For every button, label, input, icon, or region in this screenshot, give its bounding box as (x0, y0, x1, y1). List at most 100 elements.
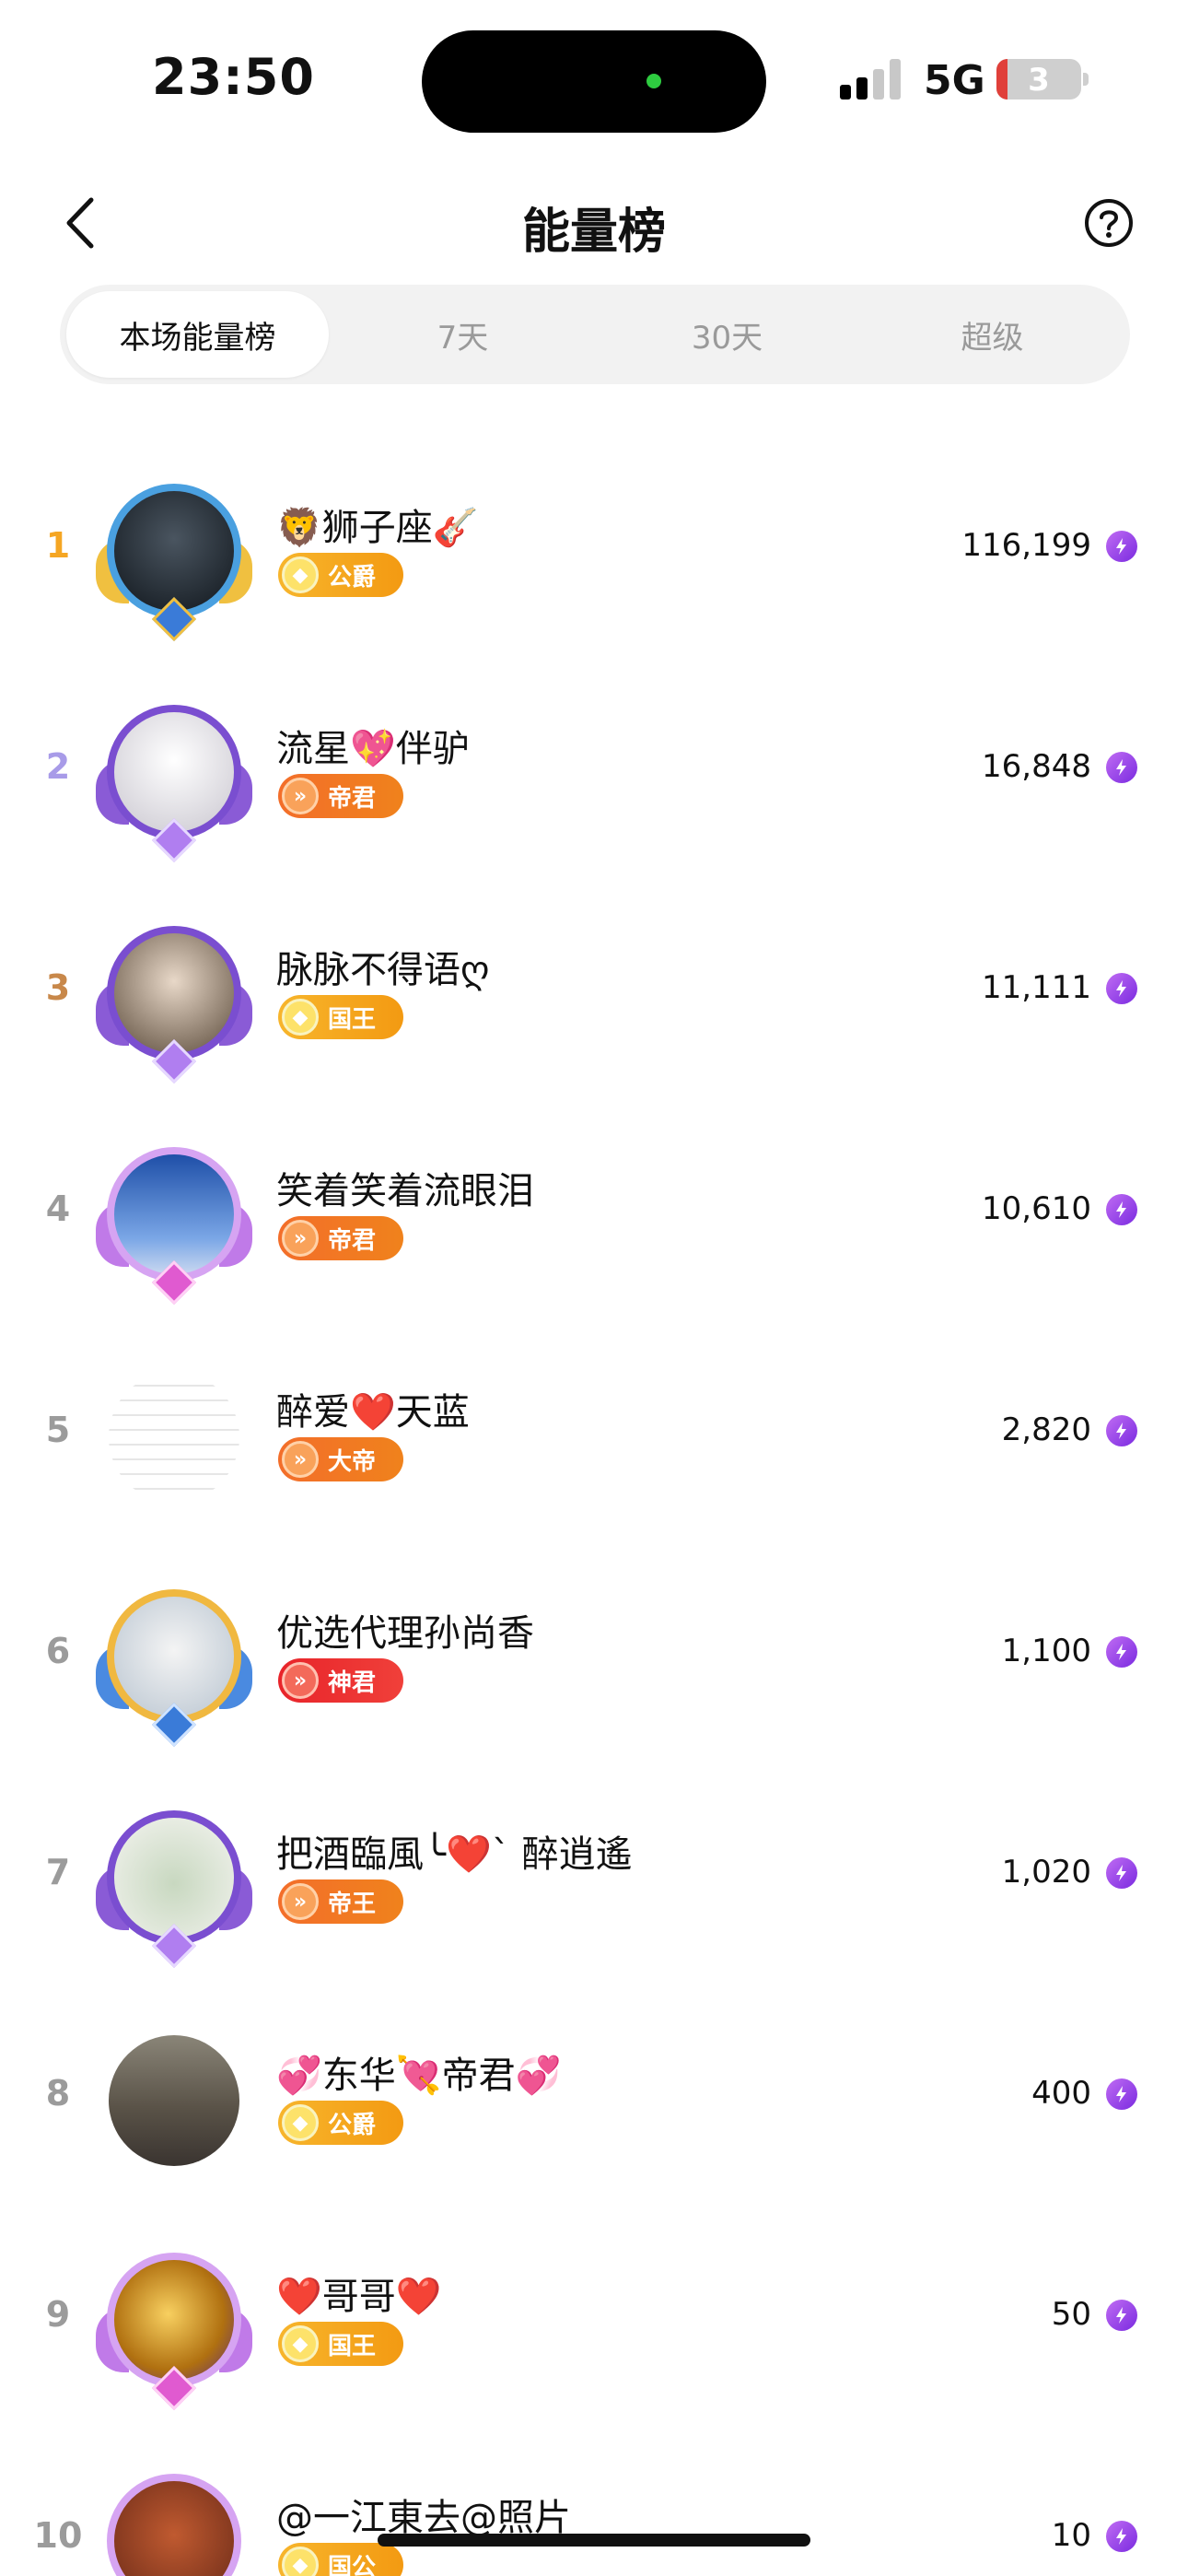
user-name: 流星💖伴驴 (276, 728, 470, 770)
rank-number: 4 (45, 1188, 71, 1229)
chevron-rank-icon: » (282, 778, 319, 814)
rank-number: 8 (45, 2073, 71, 2113)
energy-bolt-icon (1106, 1415, 1137, 1446)
user-name: 优选代理孙尚香 (276, 1612, 534, 1655)
dynamic-island (422, 30, 766, 133)
avatar[interactable] (96, 1580, 252, 1748)
list-item[interactable]: 7 把酒臨風╰❤️ˋ 醉逍遙 » 帝王 1,020 (0, 1769, 1188, 1990)
user-name: 💞东华💘帝君💞 (276, 2055, 562, 2097)
badge-label: 帝君 (328, 784, 377, 813)
page-title: 能量榜 (521, 205, 666, 260)
status-bar: 23:50 5G 3 (0, 0, 1188, 157)
badge-label: 公爵 (328, 563, 377, 591)
chevron-rank-icon: » (282, 1220, 319, 1257)
crown-icon: ◆ (282, 2104, 319, 2141)
privacy-indicator-dot (646, 74, 661, 88)
energy-bolt-icon (1106, 531, 1137, 562)
level-badge: » 帝王 (278, 1879, 403, 1924)
avatar[interactable] (96, 696, 252, 863)
crown-icon: ◆ (282, 2325, 319, 2362)
user-name: ❤️哥哥❤️ (276, 2276, 442, 2318)
list-item[interactable]: 5 醉爱❤️天蓝 » 大帝 2,820 (0, 1327, 1188, 1548)
level-badge: » 帝君 (278, 1216, 403, 1260)
badge-label: 国公 (328, 2553, 377, 2576)
level-badge: ◆ 国公 (278, 2543, 403, 2576)
avatar[interactable] (96, 1138, 252, 1306)
avatar[interactable] (96, 2243, 252, 2411)
energy-score: 400 (1031, 2075, 1091, 2112)
energy-bolt-icon (1106, 2078, 1137, 2110)
user-name: 脉脉不得语ღ (276, 949, 490, 991)
energy-bolt-icon (1106, 973, 1137, 1004)
tab-super[interactable]: 超级 (861, 291, 1124, 378)
user-name: 把酒臨風╰❤️ˋ 醉逍遙 (276, 1833, 633, 1876)
list-item[interactable]: 10 @一江東去@照片 ◆ 国公 10 (0, 2432, 1188, 2576)
level-badge: » 帝君 (278, 774, 403, 818)
badge-label: 公爵 (328, 2111, 377, 2139)
rank-number: 1 (45, 525, 71, 566)
avatar[interactable] (96, 2022, 252, 2179)
energy-score: 16,848 (982, 748, 1091, 785)
list-item[interactable]: 9 ❤️哥哥❤️ ◆ 国王 50 (0, 2211, 1188, 2432)
rank-number: 9 (45, 2294, 71, 2335)
energy-score: 50 (1051, 2296, 1091, 2333)
period-tabs: 本场能量榜 7天 30天 超级 (60, 285, 1130, 384)
level-badge: » 神君 (278, 1658, 403, 1703)
user-name: 醉爱❤️天蓝 (276, 1391, 470, 1434)
energy-score: 11,111 (982, 969, 1091, 1006)
list-item[interactable]: 6 优选代理孙尚香 » 神君 1,100 (0, 1548, 1188, 1769)
user-name: 🦁狮子座🎸 (276, 507, 479, 549)
avatar[interactable] (96, 1801, 252, 1969)
rank-number: 3 (45, 967, 71, 1008)
rank-number: 10 (33, 2515, 83, 2556)
badge-label: 大帝 (328, 1447, 377, 1476)
battery-level-text: 3 (1028, 62, 1050, 99)
energy-bolt-icon (1106, 1194, 1137, 1225)
energy-bolt-icon (1106, 2521, 1137, 2552)
level-badge: ◆ 公爵 (278, 553, 403, 597)
cellular-signal-icon (840, 59, 904, 100)
badge-label: 帝王 (328, 1890, 377, 1918)
badge-label: 国王 (328, 2332, 377, 2360)
avatar[interactable] (96, 2465, 252, 2576)
avatar[interactable] (96, 1359, 252, 1516)
level-badge: ◆ 国王 (278, 995, 403, 1039)
energy-score: 10 (1051, 2517, 1091, 2554)
energy-bolt-icon (1106, 1636, 1137, 1668)
badge-label: 神君 (328, 1669, 377, 1697)
chevron-rank-icon: » (282, 1662, 319, 1699)
tab-current-session[interactable]: 本场能量榜 (66, 291, 329, 378)
avatar[interactable] (96, 917, 252, 1084)
rank-number: 2 (45, 746, 71, 787)
level-badge: » 大帝 (278, 1437, 403, 1481)
level-badge: ◆ 公爵 (278, 2101, 403, 2145)
network-type: 5G (924, 57, 985, 104)
list-item[interactable]: 1 🦁狮子座🎸 ◆ 公爵 116,199 (0, 442, 1188, 663)
crown-icon: ◆ (282, 999, 319, 1036)
crown-icon: ◆ (282, 2547, 319, 2576)
list-item[interactable]: 4 笑着笑着流眼泪 » 帝君 10,610 (0, 1106, 1188, 1327)
tab-7-days[interactable]: 7天 (332, 291, 594, 378)
energy-score: 10,610 (982, 1190, 1091, 1227)
nav-header: 能量榜 (0, 170, 1188, 281)
status-time: 23:50 (152, 48, 315, 106)
rank-number: 5 (45, 1410, 71, 1450)
tab-30-days[interactable]: 30天 (596, 291, 858, 378)
list-item[interactable]: 8 💞东华💘帝君💞 ◆ 公爵 400 (0, 1990, 1188, 2211)
level-badge: ◆ 国王 (278, 2322, 403, 2366)
question-circle-icon[interactable] (1084, 198, 1134, 248)
rank-number: 7 (45, 1852, 71, 1892)
home-indicator[interactable] (378, 2534, 810, 2547)
battery-icon: 3 (996, 59, 1081, 100)
avatar[interactable] (96, 474, 252, 642)
energy-bolt-icon (1106, 2300, 1137, 2331)
list-item[interactable]: 3 脉脉不得语ღ ◆ 国王 11,111 (0, 884, 1188, 1106)
crown-icon: ◆ (282, 556, 319, 593)
badge-label: 国王 (328, 1005, 377, 1034)
energy-score: 1,100 (1001, 1633, 1091, 1669)
list-item[interactable]: 2 流星💖伴驴 » 帝君 16,848 (0, 663, 1188, 884)
chevron-rank-icon: » (282, 1441, 319, 1478)
rank-number: 6 (45, 1631, 71, 1671)
energy-score: 1,020 (1001, 1854, 1091, 1891)
energy-bolt-icon (1106, 752, 1137, 783)
